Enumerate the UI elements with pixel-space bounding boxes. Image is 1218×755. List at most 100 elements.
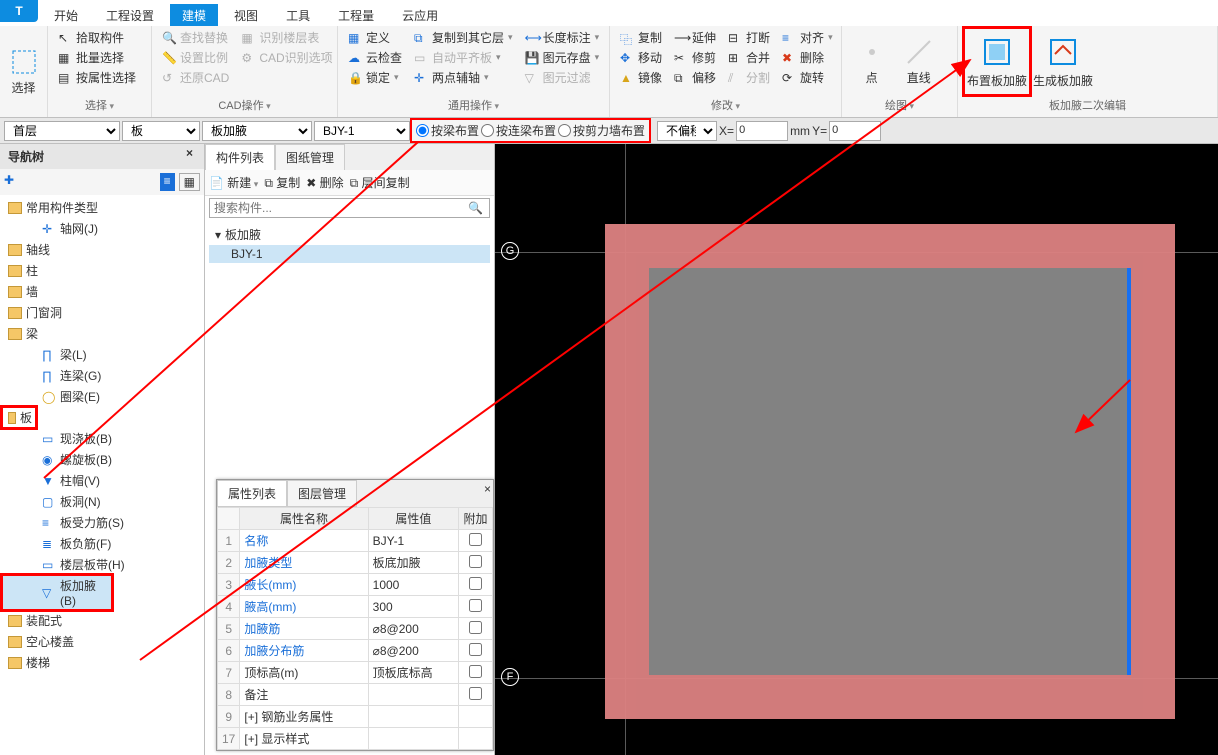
recognize-floor-button[interactable]: ▦识别楼层表 [237, 28, 336, 47]
mirror-button[interactable]: ▲镜像 [616, 68, 666, 87]
general-group-label[interactable]: 通用操作 [344, 95, 603, 115]
aux-axis-button[interactable]: ✛两点辅轴 [410, 68, 517, 87]
define-button[interactable]: ▦定义 [344, 28, 406, 47]
copy-to-floor-button[interactable]: ⧉复制到其它层 [410, 28, 517, 47]
select-by-property-button[interactable]: ▤按属性选择 [54, 68, 140, 87]
nav-grid-icon[interactable]: ▦ [179, 173, 200, 191]
offset-button[interactable]: ⧉偏移 [670, 68, 720, 87]
extend-button[interactable]: ⟶延伸 [670, 28, 720, 47]
nav-add-icon[interactable]: ✚ [4, 173, 14, 191]
tab-properties[interactable]: 属性列表 [217, 480, 287, 507]
component-select[interactable]: BJY-1 [314, 121, 410, 141]
tree-assembly[interactable]: 装配式 [2, 610, 202, 631]
copy-button[interactable]: ⿻复制 [616, 28, 666, 47]
tree-slab-haunch[interactable]: ▽板加腋(B) [2, 575, 112, 610]
floor-select[interactable]: 首层 [4, 121, 120, 141]
tree-slab-hole[interactable]: ▢板洞(N) [2, 491, 202, 512]
menu-modeling[interactable]: 建模 [170, 4, 218, 27]
align-button[interactable]: ≡对齐 [778, 28, 837, 47]
prop-row[interactable]: 9[+] 钢筋业务属性 [218, 706, 493, 728]
nav-close-icon[interactable]: × [186, 146, 200, 160]
tree-beam-e[interactable]: ◯圈梁(E) [2, 386, 202, 407]
menu-quantity[interactable]: 工程量 [326, 4, 386, 27]
batch-select-button[interactable]: ▦批量选择 [54, 48, 140, 67]
line-button[interactable]: 直线 [895, 28, 942, 95]
prop-row[interactable]: 3腋长(mm)1000 [218, 574, 493, 596]
menu-project[interactable]: 工程设置 [94, 4, 166, 27]
tree-beam-g[interactable]: ∏连梁(G) [2, 365, 202, 386]
break-button[interactable]: ⊟打断 [724, 28, 774, 47]
comp-root[interactable]: ▾ 板加腋 [209, 224, 490, 245]
prop-row[interactable]: 6加腋分布筋⌀8@200 [218, 640, 493, 662]
category-select[interactable]: 板 [122, 121, 200, 141]
delete-comp-button[interactable]: ✖ 删除 [306, 174, 343, 191]
layout-by-shearwall[interactable]: 按剪力墙布置 [558, 122, 645, 139]
offset-mode[interactable]: 不偏移 [657, 121, 717, 141]
prop-row[interactable]: 4腋高(mm)300 [218, 596, 493, 618]
tree-slab-cast[interactable]: ▭现浇板(B) [2, 428, 202, 449]
tree-hollow[interactable]: 空心楼盖 [2, 631, 202, 652]
cloud-check-button[interactable]: ☁云检查 [344, 48, 406, 67]
tree-slab-cap[interactable]: ▼柱帽(V) [2, 470, 202, 491]
length-dim-button[interactable]: ⟷长度标注 [521, 28, 604, 47]
tree-common[interactable]: 常用构件类型 [2, 197, 202, 218]
search-input[interactable] [210, 199, 462, 217]
draw-group-label[interactable]: 绘图 [848, 95, 951, 115]
auto-align-button[interactable]: ▭自动平齐板 [410, 48, 517, 67]
tree-axis[interactable]: 轴线 [2, 239, 202, 260]
modify-group-label[interactable]: 修改 [616, 95, 835, 115]
search-icon[interactable]: 🔍 [462, 199, 489, 217]
generate-haunch-button[interactable]: 生成板加腋 [1030, 28, 1096, 95]
restore-cad-button[interactable]: ↺还原CAD [158, 68, 233, 87]
tree-axis-net[interactable]: ✛轴网(J) [2, 218, 202, 239]
subcategory-select[interactable]: 板加腋 [202, 121, 312, 141]
tab-comp-list[interactable]: 构件列表 [205, 144, 275, 170]
tree-slab[interactable]: 板 [2, 407, 36, 428]
pick-component-button[interactable]: ↖拾取构件 [54, 28, 140, 47]
find-replace-button[interactable]: 🔍查找替换 [158, 28, 233, 47]
tree-beam[interactable]: 梁 [2, 323, 202, 344]
prop-row[interactable]: 7顶标高(m)顶板底标高 [218, 662, 493, 684]
menu-view[interactable]: 视图 [222, 4, 270, 27]
copy-comp-button[interactable]: ⧉ 复制 [264, 174, 300, 191]
prop-row[interactable]: 1名称BJY-1 [218, 530, 493, 552]
x-input[interactable]: 0 [736, 121, 788, 141]
select-group-label[interactable]: 选择 [54, 95, 145, 115]
prop-row[interactable]: 8备注 [218, 684, 493, 706]
copy-floor-button[interactable]: ⧉ 层间复制 [350, 174, 410, 191]
y-input[interactable]: 0 [829, 121, 881, 141]
tree-stair[interactable]: 楼梯 [2, 652, 202, 673]
tab-drawing[interactable]: 图纸管理 [275, 144, 345, 170]
split-button[interactable]: ⫽分割 [724, 68, 774, 87]
rotate-button[interactable]: ⟳旋转 [778, 68, 837, 87]
layout-by-beam[interactable]: 按梁布置 [416, 122, 479, 139]
tree-beam-l[interactable]: ∏梁(L) [2, 344, 202, 365]
new-button[interactable]: 📄 新建 [209, 174, 258, 191]
tab-layers[interactable]: 图层管理 [287, 480, 357, 507]
select-button[interactable]: 选择 [6, 28, 41, 115]
lock-button[interactable]: 🔒锁定 [344, 68, 406, 87]
prop-close-icon[interactable]: × [484, 482, 491, 496]
cad-group-label[interactable]: CAD操作 [158, 95, 331, 115]
tree-wall[interactable]: 墙 [2, 281, 202, 302]
delete-button[interactable]: ✖删除 [778, 48, 837, 67]
trim-button[interactable]: ✂修剪 [670, 48, 720, 67]
set-scale-button[interactable]: 📏设置比例 [158, 48, 233, 67]
tree-column[interactable]: 柱 [2, 260, 202, 281]
cad-options-button[interactable]: ⚙CAD识别选项 [237, 48, 336, 67]
tree-opening[interactable]: 门窗洞 [2, 302, 202, 323]
place-haunch-button[interactable]: 布置板加腋 [964, 28, 1030, 95]
menu-cloud[interactable]: 云应用 [390, 4, 450, 27]
menu-start[interactable]: 开始 [42, 4, 90, 27]
slab-element[interactable] [605, 224, 1175, 719]
tree-slab-neg[interactable]: ≣板负筋(F) [2, 533, 202, 554]
nav-list-icon[interactable]: ≡ [160, 173, 175, 191]
point-button[interactable]: 点 [848, 28, 895, 95]
comp-item[interactable]: BJY-1 [209, 245, 490, 263]
filter-element-button[interactable]: ▽图元过滤 [521, 68, 604, 87]
prop-row[interactable]: 17[+] 显示样式 [218, 728, 493, 750]
menu-tools[interactable]: 工具 [274, 4, 322, 27]
prop-row[interactable]: 2加腋类型板底加腋 [218, 552, 493, 574]
merge-button[interactable]: ⊞合并 [724, 48, 774, 67]
prop-row[interactable]: 5加腋筋⌀8@200 [218, 618, 493, 640]
